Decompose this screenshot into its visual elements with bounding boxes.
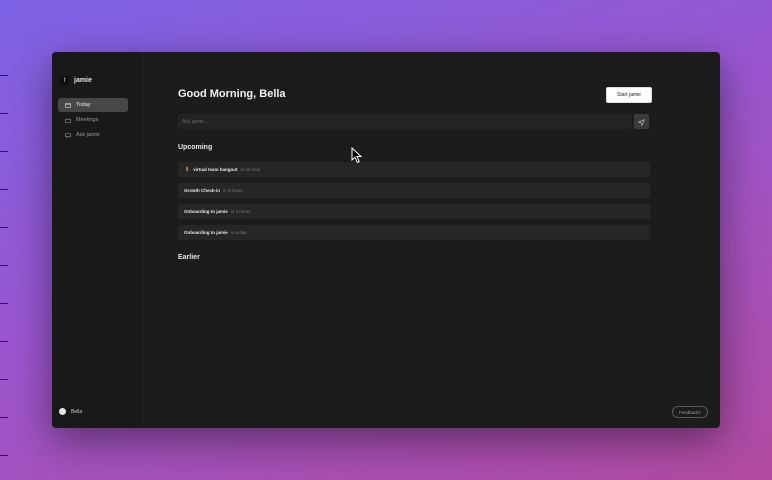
sidebar-item-meetings[interactable]: Meetings <box>58 113 128 127</box>
meeting-title: Onboarding to jamie <box>184 209 228 214</box>
sidebar-item-label: Ask jamie <box>76 132 100 138</box>
calendar-icon <box>64 102 71 108</box>
sidebar-item-label: Meetings <box>76 117 99 123</box>
tick-mark <box>0 379 8 380</box>
feedback-button[interactable]: Feedback? <box>672 406 708 418</box>
sidebar-item-ask-jamie[interactable]: Ask jamie <box>58 128 128 142</box>
chat-icon <box>64 132 71 138</box>
tick-mark <box>0 265 8 266</box>
earlier-heading: Earlier <box>178 254 200 261</box>
app-name: jamie <box>74 77 92 84</box>
ask-jamie-input[interactable] <box>178 114 632 129</box>
meeting-item[interactable]: Onboarding to jamie in 3 hours <box>178 204 650 219</box>
meeting-time: in an hour <box>240 167 261 172</box>
jamie-logo-icon: f <box>60 76 69 85</box>
tick-mark <box>0 151 8 152</box>
meeting-time: in 3 hours <box>230 209 251 214</box>
sidebar-nav: Today Meetings Ask jamie <box>58 98 128 143</box>
mouse-cursor-icon <box>351 146 363 169</box>
tick-mark <box>0 303 8 304</box>
meeting-item[interactable]: Growth Check-in in 3 hours <box>178 183 650 198</box>
app-window: f jamie Today Meetings Ask jamie Bella G… <box>52 52 720 428</box>
meeting-time: in a day <box>230 230 247 235</box>
left-tick-marks <box>0 0 10 480</box>
main-content: Good Morning, Bella Start jamie Upcoming… <box>178 52 652 428</box>
user-profile[interactable]: Bella <box>59 408 82 415</box>
brand[interactable]: f jamie <box>60 76 92 85</box>
meeting-item[interactable]: 🧍 virtual team hangout in an hour <box>178 162 650 177</box>
upcoming-list: 🧍 virtual team hangout in an hour Growth… <box>178 162 650 246</box>
send-button[interactable] <box>634 114 649 129</box>
ask-bar <box>178 114 650 129</box>
person-emoji-icon: 🧍 <box>184 166 191 173</box>
tick-mark <box>0 189 8 190</box>
tick-mark <box>0 227 8 228</box>
page-title: Good Morning, Bella <box>178 88 286 100</box>
sidebar-item-today[interactable]: Today <box>58 98 128 112</box>
meeting-item[interactable]: Onboarding to jamie in a day <box>178 225 650 240</box>
meeting-title: Growth Check-in <box>184 188 221 193</box>
sidebar: f jamie Today Meetings Ask jamie Bella <box>52 52 143 428</box>
meeting-title: Onboarding to jamie <box>184 230 228 235</box>
tick-mark <box>0 341 8 342</box>
user-name: Bella <box>71 408 83 415</box>
sidebar-item-label: Today <box>76 102 91 108</box>
send-icon <box>638 113 645 131</box>
avatar <box>59 408 66 415</box>
tick-mark <box>0 75 8 76</box>
upcoming-heading: Upcoming <box>178 144 213 151</box>
meeting-title: virtual team hangout <box>193 167 238 172</box>
tick-mark <box>0 113 8 114</box>
meeting-time: in 3 hours <box>223 188 243 193</box>
start-jamie-button[interactable]: Start jamie <box>606 87 652 103</box>
tick-mark <box>0 455 8 456</box>
tick-mark <box>0 417 8 418</box>
folder-icon <box>64 117 71 123</box>
